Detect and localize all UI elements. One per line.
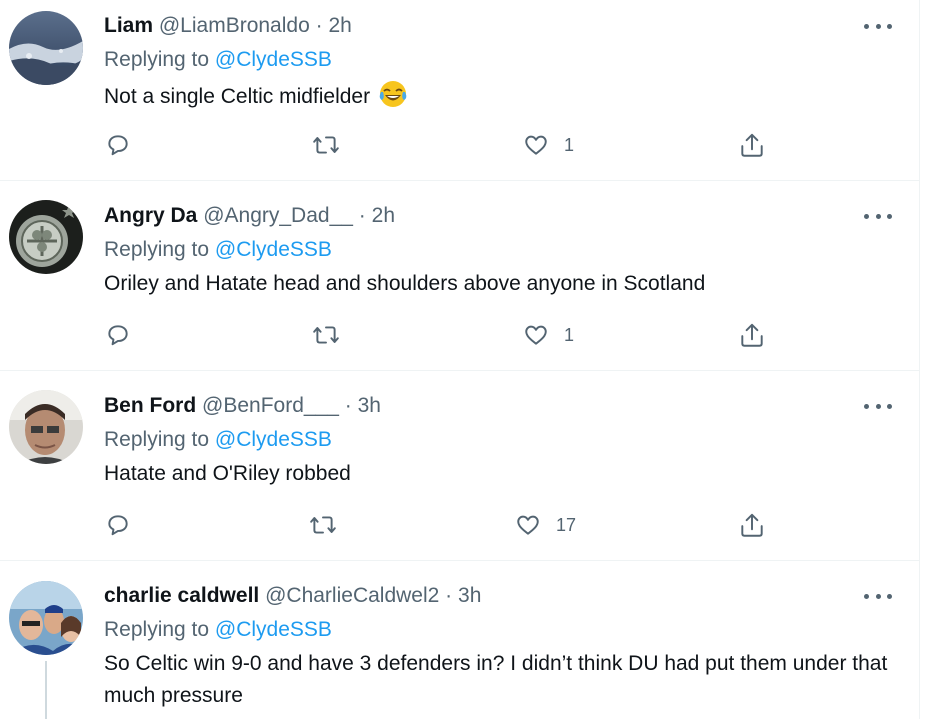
display-name[interactable]: Liam bbox=[104, 14, 153, 37]
like-count: 1 bbox=[564, 134, 575, 155]
user-handle[interactable]: @BenFord___ bbox=[202, 394, 339, 417]
more-icon[interactable] bbox=[864, 586, 892, 606]
tweet-text-content: So Celtic win 9-0 and have 3 defenders i… bbox=[104, 652, 888, 707]
replying-to: Replying to @ClydeSSB bbox=[104, 237, 332, 263]
reply-icon bbox=[108, 135, 128, 156]
user-handle[interactable]: @Angry_Dad__ bbox=[203, 204, 353, 227]
reply-button[interactable] bbox=[105, 510, 131, 540]
display-name[interactable]: Angry Da bbox=[104, 204, 197, 227]
user-handle[interactable]: @CharlieCaldwel2 bbox=[265, 584, 439, 607]
reply-feed: Liam @LiamBronaldo · 2h Replying to @Cly… bbox=[0, 0, 920, 719]
user-handle[interactable]: @LiamBronaldo bbox=[159, 14, 310, 37]
like-button[interactable]: 17 bbox=[514, 510, 576, 540]
timestamp[interactable]: 3h bbox=[458, 584, 481, 607]
tweet[interactable]: charlie caldwell @CharlieCaldwel2 · 3h R… bbox=[0, 561, 919, 719]
retweet-icon bbox=[310, 516, 336, 534]
replying-to: Replying to @ClydeSSB bbox=[104, 47, 332, 73]
face-with-tears-of-joy-icon bbox=[379, 81, 407, 107]
mention-link[interactable]: @ClydeSSB bbox=[215, 238, 332, 261]
mention-link[interactable]: @ClydeSSB bbox=[215, 428, 332, 451]
tweet-text-content: Hatate and O'Riley robbed bbox=[104, 462, 351, 485]
retweet-button[interactable] bbox=[312, 130, 340, 160]
thread-connector bbox=[45, 661, 47, 719]
like-button[interactable]: 1 bbox=[522, 320, 574, 350]
tweet-header: Ben Ford @BenFord___ · 3h bbox=[104, 393, 381, 419]
tweet-header: Liam @LiamBronaldo · 2h bbox=[104, 13, 352, 39]
avatar[interactable] bbox=[9, 200, 83, 274]
tweet-text-content: Not a single Celtic midfielder bbox=[104, 85, 371, 108]
timestamp[interactable]: 2h bbox=[328, 14, 351, 37]
reply-icon bbox=[108, 515, 128, 536]
replying-to: Replying to @ClydeSSB bbox=[104, 617, 332, 643]
avatar[interactable] bbox=[9, 390, 83, 464]
reply-button[interactable] bbox=[105, 130, 131, 160]
retweet-button[interactable] bbox=[309, 510, 337, 540]
like-icon bbox=[517, 515, 539, 535]
mention-link[interactable]: @ClydeSSB bbox=[215, 618, 332, 641]
timestamp[interactable]: 2h bbox=[372, 204, 395, 227]
mention-link[interactable]: @ClydeSSB bbox=[215, 48, 332, 71]
share-button[interactable] bbox=[739, 320, 765, 350]
retweet-icon bbox=[313, 326, 339, 344]
retweet-button[interactable] bbox=[312, 320, 340, 350]
more-icon[interactable] bbox=[864, 206, 892, 226]
tweet-actions: 1 bbox=[0, 320, 919, 360]
tweet-header: charlie caldwell @CharlieCaldwel2 · 3h bbox=[104, 583, 481, 609]
like-icon bbox=[525, 325, 547, 345]
more-icon[interactable] bbox=[864, 16, 892, 36]
separator-dot: · bbox=[445, 584, 453, 607]
display-name[interactable]: charlie caldwell bbox=[104, 584, 259, 607]
tweet-text: Hatate and O'Riley robbed bbox=[104, 458, 894, 490]
tweet[interactable]: Liam @LiamBronaldo · 2h Replying to @Cly… bbox=[0, 0, 919, 181]
separator-dot: · bbox=[358, 204, 366, 227]
replying-prefix: Replying to bbox=[104, 48, 210, 71]
avatar[interactable] bbox=[9, 581, 83, 655]
replying-to: Replying to @ClydeSSB bbox=[104, 427, 332, 453]
like-count: 1 bbox=[564, 324, 575, 345]
tweet-text: So Celtic win 9-0 and have 3 defenders i… bbox=[104, 648, 894, 712]
tweet[interactable]: Angry Da @Angry_Dad__ · 2h Replying to @… bbox=[0, 181, 919, 371]
display-name[interactable]: Ben Ford bbox=[104, 394, 196, 417]
timestamp[interactable]: 3h bbox=[358, 394, 381, 417]
like-count: 17 bbox=[556, 514, 577, 535]
retweet-icon bbox=[313, 136, 339, 154]
tweet-header: Angry Da @Angry_Dad__ · 2h bbox=[104, 203, 395, 229]
more-icon[interactable] bbox=[864, 396, 892, 416]
like-icon bbox=[525, 135, 547, 155]
replying-prefix: Replying to bbox=[104, 618, 210, 641]
separator-dot: · bbox=[344, 394, 352, 417]
tweet-actions: 17 bbox=[0, 510, 919, 550]
tweet-text: Not a single Celtic midfielder bbox=[104, 79, 894, 113]
tweet-text: Oriley and Hatate head and shoulders abo… bbox=[104, 268, 894, 300]
replying-prefix: Replying to bbox=[104, 238, 210, 261]
tweet-text-content: Oriley and Hatate head and shoulders abo… bbox=[104, 272, 706, 295]
share-icon bbox=[741, 133, 763, 157]
reply-icon bbox=[108, 325, 128, 346]
share-button[interactable] bbox=[739, 510, 765, 540]
separator-dot: · bbox=[315, 14, 323, 37]
share-icon bbox=[741, 513, 763, 537]
share-icon bbox=[741, 323, 763, 347]
share-button[interactable] bbox=[739, 130, 765, 160]
replying-prefix: Replying to bbox=[104, 428, 210, 451]
like-button[interactable]: 1 bbox=[522, 130, 574, 160]
tweet-actions: 1 bbox=[0, 130, 919, 170]
reply-button[interactable] bbox=[105, 320, 131, 350]
avatar[interactable] bbox=[9, 11, 83, 85]
tweet[interactable]: Ben Ford @BenFord___ · 3h Replying to @C… bbox=[0, 371, 919, 561]
